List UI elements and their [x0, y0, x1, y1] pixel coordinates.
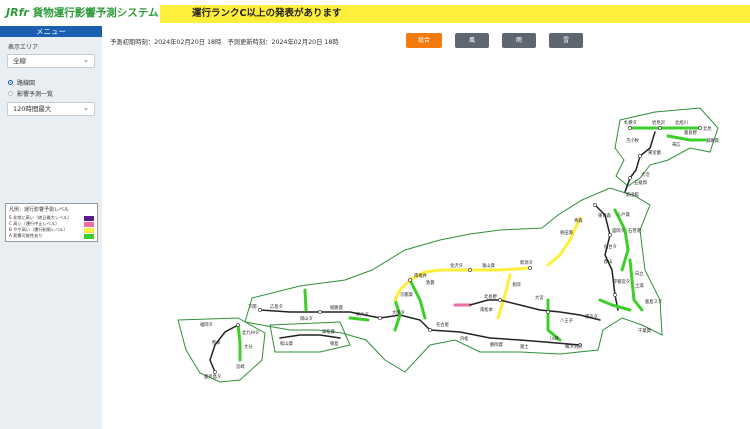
- station-dot: [593, 203, 597, 207]
- station-dot: [546, 310, 550, 314]
- station-label-hitachi: 日立: [635, 270, 644, 277]
- station-dot: [318, 310, 322, 314]
- station-label-nagano: 北長野: [484, 293, 498, 300]
- line-shikoku: [279, 334, 341, 339]
- station-label-toyama: 富山貨: [482, 262, 496, 269]
- station-dot: [468, 268, 472, 272]
- line-kyushu-east: [236, 323, 242, 362]
- station-label-hachinohe: 八戸貨: [617, 211, 631, 218]
- station-label-morioka: 盛岡タ: [612, 227, 625, 234]
- station-label-matsumoto: 南松本: [480, 306, 494, 313]
- station-label-sapporo: 札幌タ: [624, 119, 637, 126]
- station-label-tokyo: 東京タ: [585, 313, 598, 320]
- station-dot: [236, 323, 240, 327]
- line-chuo: [469, 299, 501, 306]
- station-dot: [498, 298, 502, 302]
- station-label-tomakomai: 苫小牧: [626, 137, 640, 144]
- station-dot: [698, 126, 702, 130]
- station-label-tokushima: 徳島: [330, 340, 339, 347]
- station-label-kitami: 北見: [703, 125, 712, 132]
- station-label-akita: 秋田港: [560, 229, 574, 236]
- station-label-kyoto: 京都貨: [400, 291, 414, 298]
- station-label-hamamatsu: 浜松: [460, 335, 469, 342]
- land-outline: [177, 107, 719, 383]
- station-label-nagaoka: 長岡: [512, 282, 521, 288]
- station-dot: [613, 293, 617, 297]
- line-kanto-east: [598, 298, 632, 312]
- station-label-kawasaki: 川崎: [550, 335, 559, 342]
- station-dot: [258, 308, 262, 312]
- rail-lines: [209, 126, 707, 373]
- station-label-kashima: 鹿島スタ: [645, 298, 662, 305]
- line-hokkaido-east: [666, 134, 707, 142]
- station-dot: [428, 328, 432, 332]
- station-label-osaka: 大阪タ: [392, 309, 405, 316]
- station-label-fukuoka: 福岡タ: [200, 321, 213, 328]
- station-label-kitakyushu: 北九州タ: [242, 329, 259, 336]
- station-label-ishinomaki: 石巻港: [628, 227, 642, 234]
- station-label-sendai: 仙台タ: [604, 243, 617, 250]
- station-label-fukui: 南福井: [414, 272, 428, 279]
- line-ou: [546, 216, 582, 267]
- kyushu-outline: [177, 317, 266, 383]
- line-kyushu-main: [209, 324, 239, 373]
- line-sanin-green: [303, 288, 308, 312]
- station-label-takamatsu: 高松貨: [322, 328, 336, 335]
- station-label-iwamizawa: 岩見沢: [652, 119, 666, 126]
- station-dot: [378, 316, 382, 320]
- station-label-oonuma: 大沼: [641, 171, 650, 178]
- station-label-miyazaki: 宮崎: [236, 363, 245, 370]
- hokkaido-outline: [614, 107, 719, 187]
- station-label-tsuruga: 敦賀: [426, 279, 435, 286]
- station-label-oita: 大分: [244, 343, 253, 350]
- station-label-kagoshima: 鹿児島タ: [204, 373, 221, 380]
- line-shinetsu: [496, 273, 512, 320]
- station-dot: [213, 370, 217, 374]
- line-kansai: [379, 314, 431, 331]
- station-label-matsuyama: 松山貨: [280, 340, 294, 347]
- station-label-hachioji: 八王子: [560, 317, 574, 324]
- station-label-shimonoseki: 下関: [248, 304, 257, 310]
- station-label-kobe: 神戸タ: [356, 311, 369, 318]
- station-label-yokohama: 横浜羽沢: [565, 343, 583, 350]
- station-label-higashimuroran: 東室蘭: [648, 149, 662, 156]
- station-label-shinhakodate: 新函館: [626, 191, 639, 198]
- station-dot: [638, 154, 642, 158]
- line-tohoku-green: [613, 208, 630, 272]
- station-label-nagoya: 名古屋: [436, 321, 450, 328]
- station-label-kushiro: 釧路貨: [706, 137, 720, 144]
- station-label-koriyama: 郡山: [604, 258, 613, 265]
- line-kanto-green: [546, 298, 562, 342]
- station-labels: 札幌タ 岩見沢 北旭川 北見 苫小牧 東室蘭 帯広 釧路貨 富良野 五稜郭 大沼…: [200, 119, 720, 380]
- station-label-aomori: 青森: [574, 217, 583, 224]
- station-label-kumamoto: 熊本: [212, 339, 221, 346]
- station-label-kanazawa: 金沢タ: [450, 262, 463, 269]
- station-label-obihiro: 帯広: [672, 141, 681, 148]
- station-label-utsunomiya: 宇都宮タ: [613, 278, 630, 285]
- station-label-niigata: 新潟タ: [520, 259, 533, 266]
- station-label-himeji: 姫路貨: [330, 304, 344, 311]
- station-dot: [658, 126, 662, 130]
- station-label-hiroshima: 広島タ: [270, 303, 283, 310]
- station-dot: [408, 278, 412, 282]
- station-label-okayama: 岡山タ: [300, 315, 313, 322]
- station-label-goryokaku: 五稜郭: [634, 179, 648, 186]
- station-label-shizuoka: 静岡貨: [490, 341, 504, 348]
- line-sanyo-green: [348, 316, 370, 322]
- station-dot: [628, 176, 632, 180]
- station-label-furano: 富良野: [684, 129, 698, 136]
- station-dot: [528, 266, 532, 270]
- station-label-fuji: 富士: [520, 343, 529, 350]
- station-label-tsuchiura: 土浦: [635, 282, 644, 289]
- station-label-higashiaomori: 東青森: [598, 212, 612, 219]
- route-map[interactable]: 札幌タ 岩見沢 北旭川 北見 苫小牧 東室蘭 帯広 釧路貨 富良野 五稜郭 大沼…: [0, 0, 750, 429]
- station-dot: [628, 126, 632, 130]
- station-label-chiba: 千葉貨: [638, 327, 652, 334]
- line-hokuriku-green: [408, 278, 427, 320]
- station-label-omiya: 大宮: [535, 294, 544, 301]
- station-label-asahikawa: 北旭川: [675, 119, 688, 126]
